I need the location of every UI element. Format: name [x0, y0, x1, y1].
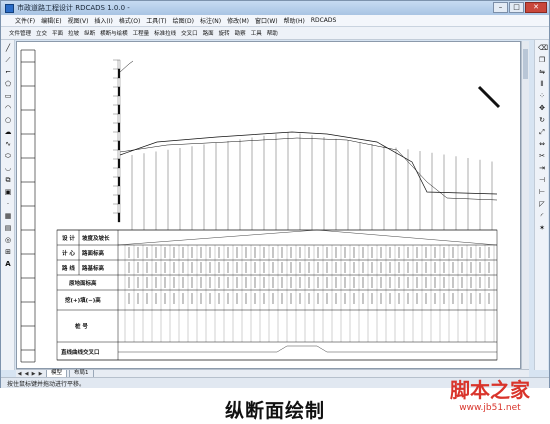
menu-modify[interactable]: 修改(M): [227, 16, 249, 25]
menu-bar: 文件(F) 编辑(E) 视图(V) 插入(I) 格式(O) 工具(T) 绘图(D…: [1, 15, 549, 27]
revision-cloud-icon[interactable]: ☁: [4, 128, 12, 136]
insert-block-icon[interactable]: ⧉: [4, 176, 12, 184]
status-text: 按住鼠标键并拖动进行平移。: [7, 380, 86, 388]
circle-icon[interactable]: ○: [4, 116, 12, 124]
prev-tab-icon[interactable]: ◀: [23, 371, 30, 377]
copy-icon[interactable]: ❐: [538, 56, 546, 64]
minimize-button[interactable]: –: [493, 2, 508, 13]
mirror-icon[interactable]: ⇋: [538, 68, 546, 76]
table-label-row3_a: 路 线: [62, 264, 75, 272]
menu-file[interactable]: 文件(F): [15, 16, 35, 25]
toolbar-help[interactable]: 帮助: [267, 29, 278, 37]
menu-view[interactable]: 视图(V): [68, 16, 89, 25]
table-label-row5: 挖(+)填(−)高: [65, 296, 101, 304]
table-label-row6: 桩 号: [75, 322, 88, 330]
design-grade-line: [119, 131, 498, 201]
table-label-row2_a: 计 心: [62, 249, 75, 257]
elevation-axis: [113, 59, 134, 223]
text-icon[interactable]: A: [4, 260, 12, 268]
next-tab-icon[interactable]: ▶: [30, 371, 37, 377]
make-block-icon[interactable]: ▣: [4, 188, 12, 196]
polygon-icon[interactable]: ⬠: [4, 80, 12, 88]
hatch-icon[interactable]: ▦: [4, 212, 12, 220]
table-label-row4: 原地面标高: [69, 279, 97, 287]
table-label-row2_b: 路面标高: [82, 249, 105, 257]
polyline-icon[interactable]: ⌐: [4, 68, 12, 76]
toolbar-cross-section[interactable]: 横断与绘横: [100, 29, 128, 37]
first-tab-icon[interactable]: ◀: [16, 371, 23, 377]
menu-dimension[interactable]: 标注(N): [200, 16, 221, 25]
ellipse-arc-icon[interactable]: ◡: [4, 164, 12, 172]
app-window: 市政道路工程设计 RDCADS 1.0.0 - – □ ✕ 文件(F) 编辑(E…: [0, 0, 550, 388]
menu-draw[interactable]: 绘图(D): [173, 16, 194, 25]
modify-toolbar: ⌫ ❐ ⇋ ⫴ ⁘ ✥ ↻ ⤢ ⇔ ✂ ⇥ ⊣ ⊢ ◸ ◜ ✶: [534, 40, 548, 370]
app-icon: [5, 3, 14, 13]
maximize-button[interactable]: □: [509, 2, 524, 13]
arc-icon[interactable]: ◠: [4, 104, 12, 112]
scale-icon[interactable]: ⤢: [538, 128, 546, 136]
construction-line-icon[interactable]: ⟋: [4, 56, 12, 64]
toolbar-pavement[interactable]: 路面: [203, 29, 214, 37]
draw-toolbar: ╱ ⟋ ⌐ ⬠ ▭ ◠ ○ ☁ ∿ ⬭ ◡ ⧉ ▣ · ▦ ▤ ◎ ⊞ A: [1, 40, 15, 370]
profile-drawing: 设 计坡度及坡长计 心路面标高路 线路基标高原地面标高挖(+)填(−)高桩 号直…: [20, 49, 501, 363]
rotate-icon[interactable]: ↻: [538, 116, 546, 124]
offset-icon[interactable]: ⫴: [538, 80, 546, 88]
scroll-thumb[interactable]: [523, 49, 528, 79]
fillet-icon[interactable]: ◜: [538, 212, 546, 220]
erase-icon[interactable]: ⌫: [538, 44, 548, 52]
ucs-icon: [477, 85, 501, 109]
menu-rdcads[interactable]: RDCADS: [311, 17, 337, 24]
table-label-row1_a: 设 计: [62, 234, 75, 242]
window-title: 市政道路工程设计 RDCADS 1.0.0 -: [17, 4, 130, 12]
menu-window[interactable]: 窗口(W): [255, 16, 278, 25]
window-controls: – □ ✕: [493, 2, 547, 13]
table-label-row3_b: 路基标高: [82, 264, 105, 272]
toolbar-grade[interactable]: 拉坡: [68, 29, 79, 37]
break-icon[interactable]: ⊣: [538, 176, 546, 184]
spline-icon[interactable]: ∿: [4, 140, 12, 148]
toolbar-quantity[interactable]: 工程量: [133, 29, 150, 37]
ellipse-icon[interactable]: ⬭: [4, 152, 12, 160]
join-icon[interactable]: ⊢: [538, 188, 546, 196]
trim-icon[interactable]: ✂: [538, 152, 546, 160]
table-icon[interactable]: ⊞: [4, 248, 12, 256]
line-icon[interactable]: ╱: [4, 44, 12, 52]
rectangle-icon[interactable]: ▭: [4, 92, 12, 100]
point-icon[interactable]: ·: [4, 200, 12, 208]
array-icon[interactable]: ⁘: [538, 92, 546, 100]
toolbar-rotate[interactable]: 旋转: [219, 29, 230, 37]
region-icon[interactable]: ◎: [4, 236, 12, 244]
stretch-icon[interactable]: ⇔: [538, 140, 546, 148]
toolbar-survey[interactable]: 勘察: [235, 29, 246, 37]
module-toolbar: 文件管理 立交 平面 拉坡 纵断 横断与绘横 工程量 标准拉线 交叉口 路面 旋…: [1, 27, 549, 40]
chamfer-icon[interactable]: ◸: [538, 200, 546, 208]
menu-format[interactable]: 格式(O): [119, 16, 140, 25]
figure-caption: 纵断面绘制: [224, 400, 325, 422]
extend-icon[interactable]: ⇥: [538, 164, 546, 172]
menu-help[interactable]: 帮助(H): [284, 16, 305, 25]
table-label-row7: 直线曲线交叉口: [61, 348, 100, 356]
toolbar-interchange[interactable]: 立交: [36, 29, 47, 37]
menu-insert[interactable]: 插入(I): [94, 16, 112, 25]
menu-tools[interactable]: 工具(T): [146, 16, 166, 25]
toolbar-profile[interactable]: 纵断: [84, 29, 95, 37]
gradient-icon[interactable]: ▤: [4, 224, 12, 232]
toolbar-standard-line[interactable]: 标准拉线: [154, 29, 176, 37]
last-tab-icon[interactable]: ▶: [37, 371, 44, 377]
move-icon[interactable]: ✥: [538, 104, 546, 112]
close-button[interactable]: ✕: [525, 2, 547, 13]
table-label-row1_b: 坡度及坡长: [82, 234, 110, 242]
title-bar[interactable]: 市政道路工程设计 RDCADS 1.0.0 - – □ ✕: [1, 1, 549, 15]
toolbar-plan[interactable]: 平面: [52, 29, 63, 37]
explode-icon[interactable]: ✶: [538, 224, 546, 232]
vertical-scrollbar[interactable]: [521, 41, 529, 369]
menu-edit[interactable]: 编辑(E): [41, 16, 61, 25]
toolbar-tools[interactable]: 工具: [251, 29, 262, 37]
drawing-canvas[interactable]: 设 计坡度及坡长计 心路面标高路 线路基标高原地面标高挖(+)填(−)高桩 号直…: [16, 41, 521, 369]
toolbar-intersection[interactable]: 交叉口: [181, 29, 198, 37]
toolbar-file-manage[interactable]: 文件管理: [9, 29, 31, 37]
